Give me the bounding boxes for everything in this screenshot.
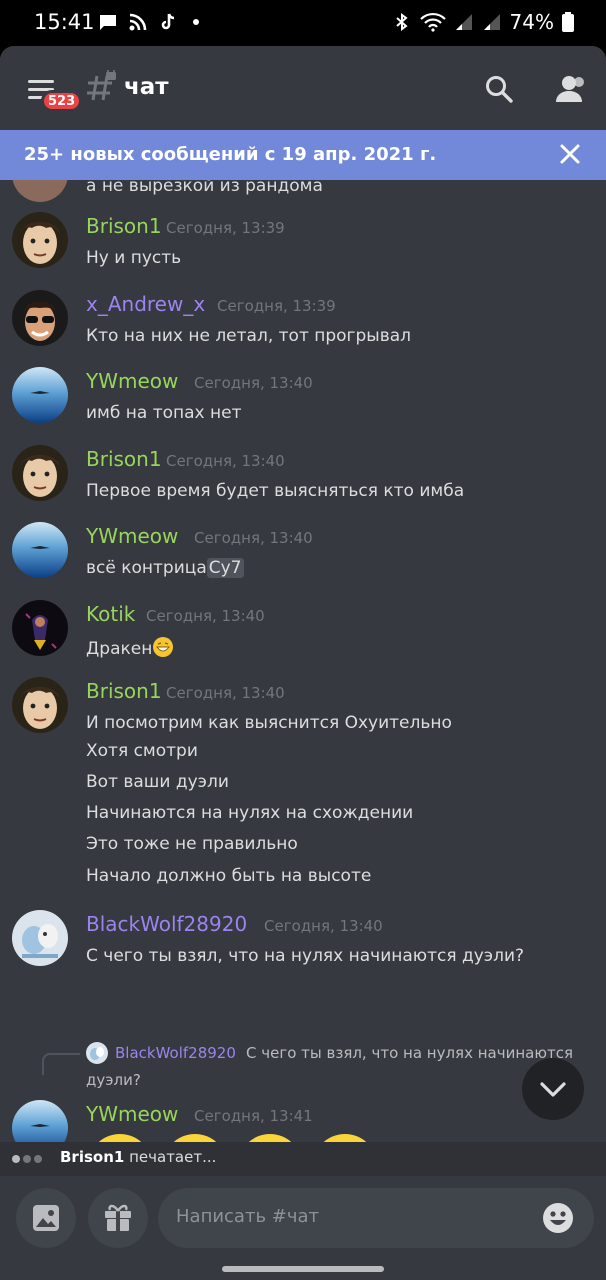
avatar[interactable] xyxy=(12,1100,68,1142)
typing-text: Brison1 печатает... xyxy=(60,1148,216,1166)
message-text: Ну и пусть xyxy=(86,248,182,268)
timestamp: Сегодня, 13:40 xyxy=(166,684,285,702)
search-icon[interactable] xyxy=(484,74,514,104)
battery-percent: 74% xyxy=(509,10,554,34)
message-text: Первое время будет выясняться кто имба xyxy=(86,481,465,501)
message-input[interactable]: Написать #чат xyxy=(158,1188,594,1248)
username[interactable]: Kotik xyxy=(86,602,135,626)
message-text: имб на топах нет xyxy=(86,403,242,423)
username[interactable]: YWmeow xyxy=(86,369,178,393)
grin-emoji xyxy=(153,637,174,657)
tiktok-icon xyxy=(161,13,175,30)
home-indicator xyxy=(222,1266,384,1272)
new-messages-banner[interactable]: 25+ новых сообщений с 19 апр. 2021 г. xyxy=(0,130,606,180)
avatar[interactable] xyxy=(12,600,68,656)
username[interactable]: YWmeow xyxy=(86,524,178,548)
avatar[interactable] xyxy=(12,290,68,346)
close-icon[interactable] xyxy=(558,142,582,166)
avatar[interactable] xyxy=(12,522,68,578)
avatar[interactable] xyxy=(12,367,68,423)
message-text: И посмотрим как выяснится Охуительно xyxy=(86,713,452,733)
bluetooth-icon xyxy=(395,13,408,31)
highlighted-text: Су7 xyxy=(206,558,244,578)
channel-header: 523 чат xyxy=(0,46,606,130)
message-text: а не вырезкой из рандома xyxy=(86,180,323,196)
message-text: Кто на них не летал, тот прогрывал xyxy=(86,326,412,346)
message-text: Хотя смотри xyxy=(86,741,198,761)
reply-avatar[interactable] xyxy=(86,1042,108,1064)
gift-button[interactable] xyxy=(88,1188,148,1248)
status-right: 74% xyxy=(392,10,574,34)
username[interactable]: Brison1 xyxy=(86,447,162,471)
typing-suffix: печатает... xyxy=(129,1148,217,1166)
status-bar: 15:41 74% xyxy=(0,0,606,46)
timestamp: Сегодня, 13:39 xyxy=(166,219,285,237)
battery-icon xyxy=(562,12,574,32)
message-text-part: Дракен xyxy=(86,639,153,659)
status-notification-icons xyxy=(98,12,208,32)
timestamp: Сегодня, 13:40 xyxy=(146,607,265,625)
timestamp: Сегодня, 13:40 xyxy=(264,917,383,935)
rss-icon xyxy=(129,13,147,31)
chevron-down-icon xyxy=(540,1082,566,1097)
reply-text[interactable]: С чего ты взял, что на нулях начинаются xyxy=(246,1044,573,1062)
message-text: Дракен xyxy=(86,636,174,659)
reply-text-continued[interactable]: дуэли? xyxy=(86,1071,141,1089)
avatar[interactable] xyxy=(12,212,68,268)
message-text: всё контрица Су7 xyxy=(86,558,244,578)
notification-badge: 523 xyxy=(41,90,83,112)
reply-username[interactable]: BlackWolf28920 xyxy=(115,1044,236,1062)
timestamp: Сегодня, 13:40 xyxy=(194,374,313,392)
timestamp: Сегодня, 13:41 xyxy=(194,1107,313,1125)
image-icon xyxy=(33,1205,59,1231)
username[interactable]: x_Andrew_x xyxy=(86,292,205,316)
avatar[interactable] xyxy=(12,677,68,733)
message-list[interactable]: а не вырезкой из рандома Brison1 Сегодня… xyxy=(0,180,606,1142)
avatar[interactable] xyxy=(12,180,68,202)
joy-emoji xyxy=(248,1134,292,1142)
message-text: Начинаются на нулях на схождении xyxy=(86,803,414,823)
signal-icon-1 xyxy=(455,14,472,30)
avatar[interactable] xyxy=(12,910,68,966)
username[interactable]: YWmeow xyxy=(86,1102,178,1126)
wifi-icon xyxy=(419,12,446,32)
message-text-part: всё контрица xyxy=(86,558,207,578)
avatar[interactable] xyxy=(12,445,68,501)
message-text: Начало должно быть на высоте xyxy=(86,866,372,886)
joy-emoji xyxy=(323,1134,367,1142)
timestamp: Сегодня, 13:40 xyxy=(166,452,285,470)
username[interactable]: BlackWolf28920 xyxy=(86,912,247,936)
status-time: 15:41 xyxy=(34,10,95,34)
gift-icon xyxy=(105,1204,131,1231)
username[interactable]: Brison1 xyxy=(86,679,162,703)
members-icon[interactable] xyxy=(554,74,588,104)
timestamp: Сегодня, 13:40 xyxy=(194,529,313,547)
banner-text: 25+ новых сообщений с 19 апр. 2021 г. xyxy=(24,144,437,165)
scroll-to-bottom-button[interactable] xyxy=(522,1058,584,1120)
signal-icon-2 xyxy=(483,14,500,30)
typing-dots-icon xyxy=(12,1155,42,1163)
message-text: С чего ты взял, что на нулях начинаются … xyxy=(86,946,525,966)
channel-hash-lock-icon xyxy=(87,70,116,101)
typing-user: Brison1 xyxy=(60,1148,125,1166)
dot-icon xyxy=(193,19,199,25)
message-composer: Написать #чат xyxy=(0,1176,606,1280)
message-text: Вот ваши дуэли xyxy=(86,772,229,792)
timestamp: Сегодня, 13:39 xyxy=(217,297,336,315)
joy-emoji xyxy=(173,1134,217,1142)
message-notification-icon xyxy=(100,15,116,30)
username[interactable]: Brison1 xyxy=(86,214,162,238)
joy-emoji xyxy=(98,1134,142,1142)
emoji-icon[interactable] xyxy=(542,1202,574,1234)
typing-indicator: Brison1 печатает... xyxy=(0,1142,606,1176)
message-input-placeholder: Написать #чат xyxy=(176,1206,320,1227)
channel-name: чат xyxy=(124,74,169,100)
discord-app: 523 чат 25+ новых сообщений с 19 апр. 20… xyxy=(0,46,606,1280)
message-text: Это тоже не правильно xyxy=(86,834,298,854)
attach-image-button[interactable] xyxy=(16,1188,76,1248)
reply-connector xyxy=(42,1053,80,1075)
